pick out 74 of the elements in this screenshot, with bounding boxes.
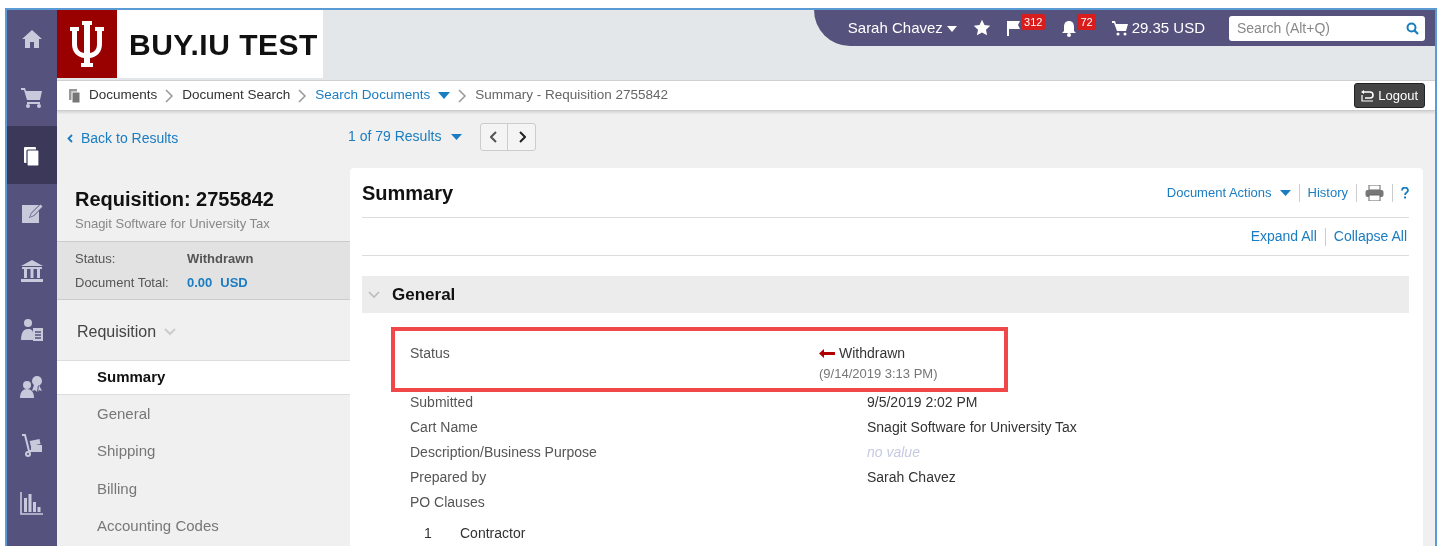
field-value: 9/5/2019 2:02 PM [867,394,978,410]
field-value: Snagit Software for University Tax [867,419,1077,435]
flag-icon[interactable] [1007,19,1021,36]
logo[interactable]: BUY.IU TEST [57,10,323,78]
chevron-right-icon [517,130,526,143]
results-dropdown[interactable]: 1 of 79 Results [348,126,442,147]
breadcrumb-dropdown[interactable]: Search Documents [315,85,431,106]
cart-total[interactable]: 29.35 USD [1131,16,1205,40]
action-link[interactable]: Document Actions [1166,182,1272,203]
count-badge: 72 [1077,13,1096,30]
nav-item[interactable]: General [57,396,350,433]
field-label: Prepared by [410,468,488,487]
user-menu[interactable]: Sarah Chavez [847,16,957,40]
field-value: Sarah Chavez [867,469,956,485]
logo-text: BUY.IU TEST [129,26,318,63]
field-value: Withdrawn [839,344,906,363]
field-label: Submitted [410,393,475,412]
status-value: Withdrawn [187,250,254,269]
nav-heading[interactable]: Requisition [77,320,157,345]
field-label: Description/Business Purpose [410,443,598,462]
collapse-all-link[interactable]: Collapse All [1333,226,1407,247]
documents-icon [69,88,81,103]
star-icon[interactable] [973,19,991,37]
nav-item[interactable]: Billing [57,471,350,507]
nav-item[interactable]: Summary [57,361,350,395]
total-value: 0.00 [187,273,213,292]
field-label: Cart Name [410,418,479,437]
nav-item[interactable]: Accounting Codes [57,508,350,544]
logout-button[interactable]: Logout [1354,82,1425,109]
search-icon[interactable] [1406,21,1419,35]
empty-value: no value [867,444,920,460]
summary-title: Summary [362,180,454,206]
expand-all-link[interactable]: Expand All [1250,226,1317,247]
field-label: PO Clauses [410,493,486,512]
logout-icon [1361,89,1375,102]
chart-icon[interactable] [19,490,45,516]
caret-icon[interactable] [1279,189,1291,196]
status-label: Status: [75,250,117,269]
action-link[interactable]: History [1307,182,1348,203]
chevron-icon [298,88,308,103]
document-title: Requisition: 2755842 [75,186,275,212]
chevron-down-icon [368,290,380,299]
status-date: (9/14/2019 3:13 PM) [819,366,939,382]
count-badge: 312 [1021,13,1046,31]
breadcrumb-current: Summary - Requisition 2755842 [475,86,668,105]
document-subtitle: Snagit Software for University Tax [75,214,271,233]
search-field[interactable]: Search (Alt+Q) [1229,15,1425,41]
chevron-icon [165,88,175,103]
breadcrumb-link[interactable]: Document Search [182,85,291,106]
hand-truck-icon[interactable] [19,432,45,458]
cart-icon[interactable] [1111,20,1128,36]
logo-icon [70,21,104,67]
print-icon[interactable] [1365,184,1384,201]
person-clipboard-icon[interactable] [19,316,45,342]
chevron-left-icon [490,130,499,143]
breadcrumb-link[interactable]: Documents [89,85,158,106]
bell-icon[interactable] [1061,19,1078,37]
arrow-left-icon [819,349,835,358]
currency-value: USD [220,273,248,292]
caret-icon[interactable] [438,92,451,99]
section-header[interactable]: General [362,276,1409,313]
field-label: Status [410,344,451,363]
bank-icon[interactable] [19,258,45,284]
chevron-left-icon[interactable] [67,134,73,144]
back-link[interactable]: Back to Results [81,128,179,150]
nav-item[interactable]: Shipping [57,434,350,470]
section-title: General [392,283,456,306]
caret-icon [947,25,957,32]
clause-name: Contractor [460,524,526,543]
chevron-icon [458,88,468,103]
person-award-icon[interactable] [19,374,45,400]
caret-icon[interactable] [451,133,463,140]
clause-number: 1 [424,524,433,543]
total-label: Document Total: [75,273,170,292]
